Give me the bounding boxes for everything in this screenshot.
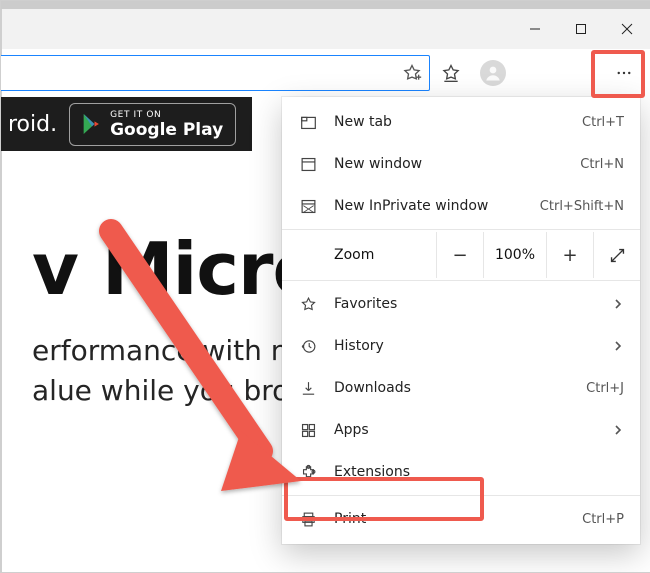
minimize-button[interactable] xyxy=(512,9,558,49)
menu-item-new-inprivate[interactable]: New InPrivate window Ctrl+Shift+N xyxy=(282,185,640,227)
promo-text: roid. xyxy=(0,112,57,137)
menu-item-label: New InPrivate window xyxy=(334,198,524,214)
menu-item-label: New window xyxy=(334,156,564,172)
extensions-icon xyxy=(298,464,318,481)
menu-separator xyxy=(282,495,640,496)
google-play-icon xyxy=(82,113,102,135)
window: roid. GET IT ON Google Play v Micros erf… xyxy=(0,0,650,573)
settings-menu: New tab Ctrl+T New window Ctrl+N New InP… xyxy=(282,97,640,544)
menu-item-print[interactable]: Print Ctrl+P xyxy=(282,498,640,540)
menu-item-zoom: Zoom − 100% + xyxy=(282,232,640,278)
menu-item-label: History xyxy=(334,338,596,354)
add-favorite-icon[interactable] xyxy=(395,56,429,90)
profile-button[interactable] xyxy=(472,49,514,97)
google-play-badge[interactable]: GET IT ON Google Play xyxy=(69,103,236,146)
star-icon xyxy=(298,296,318,313)
toolbar xyxy=(2,49,650,98)
zoom-in-button[interactable]: + xyxy=(546,232,593,278)
menu-item-shortcut: Ctrl+N xyxy=(580,157,624,172)
more-button[interactable] xyxy=(602,53,646,93)
menu-separator xyxy=(282,229,640,230)
address-bar[interactable] xyxy=(0,55,430,91)
avatar-icon xyxy=(480,60,506,86)
fullscreen-button[interactable] xyxy=(593,232,640,278)
menu-item-new-tab[interactable]: New tab Ctrl+T xyxy=(282,101,640,143)
menu-separator xyxy=(282,280,640,281)
new-window-icon xyxy=(298,156,318,173)
titlebar xyxy=(2,9,650,49)
menu-item-shortcut: Ctrl+P xyxy=(582,512,624,527)
menu-item-shortcut: Ctrl+Shift+N xyxy=(540,199,624,214)
print-icon xyxy=(298,511,318,528)
menu-item-label: Print xyxy=(334,511,566,527)
menu-item-new-window[interactable]: New window Ctrl+N xyxy=(282,143,640,185)
maximize-button[interactable] xyxy=(558,9,604,49)
menu-item-extensions[interactable]: Extensions xyxy=(282,451,640,493)
menu-item-downloads[interactable]: Downloads Ctrl+J xyxy=(282,367,640,409)
inprivate-icon xyxy=(298,198,318,215)
history-icon xyxy=(298,338,318,355)
chevron-right-icon xyxy=(612,424,624,436)
apps-icon xyxy=(298,422,318,439)
chevron-right-icon xyxy=(612,340,624,352)
menu-item-label: Favorites xyxy=(334,296,596,312)
promo-bar: roid. GET IT ON Google Play xyxy=(0,97,252,151)
close-button[interactable] xyxy=(604,9,650,49)
chevron-right-icon xyxy=(612,298,624,310)
download-icon xyxy=(298,380,318,397)
menu-item-favorites[interactable]: Favorites xyxy=(282,283,640,325)
menu-item-label: Apps xyxy=(334,422,596,438)
gplay-big: Google Play xyxy=(110,121,223,139)
fullscreen-icon xyxy=(609,247,626,264)
browser-window: roid. GET IT ON Google Play v Micros erf… xyxy=(1,9,650,572)
favorites-button[interactable] xyxy=(430,49,472,97)
zoom-out-button[interactable]: − xyxy=(436,232,483,278)
new-tab-icon xyxy=(298,114,318,131)
menu-item-shortcut: Ctrl+J xyxy=(586,381,624,396)
menu-item-label: New tab xyxy=(334,114,566,130)
menu-item-shortcut: Ctrl+T xyxy=(582,115,624,130)
menu-item-label: Downloads xyxy=(334,380,570,396)
hero-subheading: erformance with n alue while you bro xyxy=(32,331,289,411)
gplay-small: GET IT ON xyxy=(110,110,223,121)
menu-item-apps[interactable]: Apps xyxy=(282,409,640,451)
zoom-value: 100% xyxy=(483,232,546,278)
zoom-label: Zoom xyxy=(334,247,436,263)
menu-item-history[interactable]: History xyxy=(282,325,640,367)
menu-item-label: Extensions xyxy=(334,464,624,480)
